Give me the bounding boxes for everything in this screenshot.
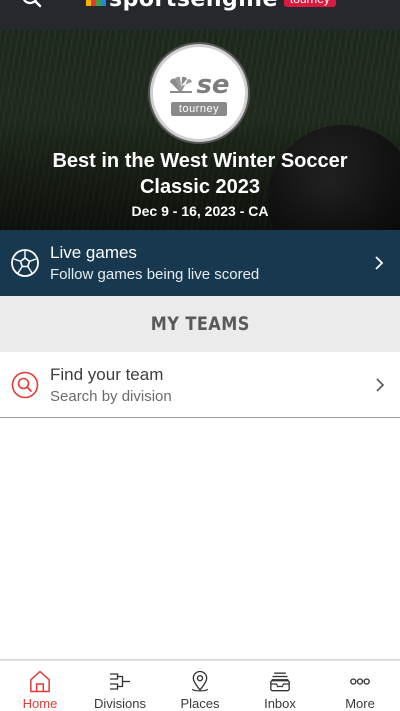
nav-more-label: More — [345, 696, 375, 711]
search-icon — [11, 371, 39, 398]
bottom-navigation: Home Divisions Places Inbox More — [0, 660, 400, 711]
map-pin-icon — [191, 670, 209, 692]
live-games-subtitle: Follow games being live scored — [50, 266, 260, 283]
live-games-title: Live games — [50, 243, 137, 262]
event-logo: se tourney — [150, 44, 248, 142]
logo-tourney-tag: tourney — [170, 102, 228, 116]
top-app-bar: sportsengine tourney — [0, 0, 400, 30]
event-title: Best in the West Winter Soccer Classic 2… — [52, 150, 348, 198]
nbc-peacock-icon — [86, 0, 106, 6]
app-wordmark: sportsengine — [109, 0, 278, 12]
nav-inbox[interactable]: Inbox — [240, 661, 320, 711]
nav-divisions-label: Divisions — [93, 696, 146, 711]
event-hero: se tourney Best in the West Winter Socce… — [0, 30, 400, 230]
nav-more[interactable]: More — [320, 661, 400, 711]
live-games-text: Live games Follow games being live score… — [50, 243, 259, 283]
nav-inbox-label: Inbox — [264, 696, 296, 711]
nav-places-label: Places — [180, 696, 220, 711]
search-icon[interactable] — [18, 0, 46, 14]
event-dates: Dec 9 - 16, 2023 - CA — [131, 203, 269, 219]
soccer-ball-icon — [11, 249, 39, 277]
chevron-right-icon — [376, 378, 385, 392]
find-team-subtitle: Search by division — [50, 387, 172, 405]
more-icon — [350, 678, 370, 685]
logo-se-text: se — [196, 70, 230, 100]
nav-home[interactable]: Home — [0, 661, 80, 711]
app-tag: tourney — [283, 0, 336, 7]
nbc-peacock-icon — [170, 76, 193, 93]
my-teams-header: MY TEAMS — [0, 296, 400, 352]
bracket-icon — [110, 673, 130, 690]
nav-places[interactable]: Places — [160, 661, 240, 711]
app-logo: sportsengine tourney — [86, 0, 336, 12]
chevron-right-icon — [375, 256, 384, 270]
inbox-icon — [270, 672, 290, 692]
live-games-row[interactable]: Live games Follow games being live score… — [0, 230, 400, 296]
find-your-team-row[interactable]: Find your team Search by division — [0, 352, 400, 418]
find-your-team-text: Find your team Search by division — [50, 365, 172, 405]
my-teams-heading: MY TEAMS — [150, 313, 250, 335]
find-team-title: Find your team — [50, 364, 164, 384]
nav-home-label: Home — [22, 696, 58, 711]
home-icon — [30, 670, 50, 693]
nav-divisions[interactable]: Divisions — [80, 661, 160, 711]
